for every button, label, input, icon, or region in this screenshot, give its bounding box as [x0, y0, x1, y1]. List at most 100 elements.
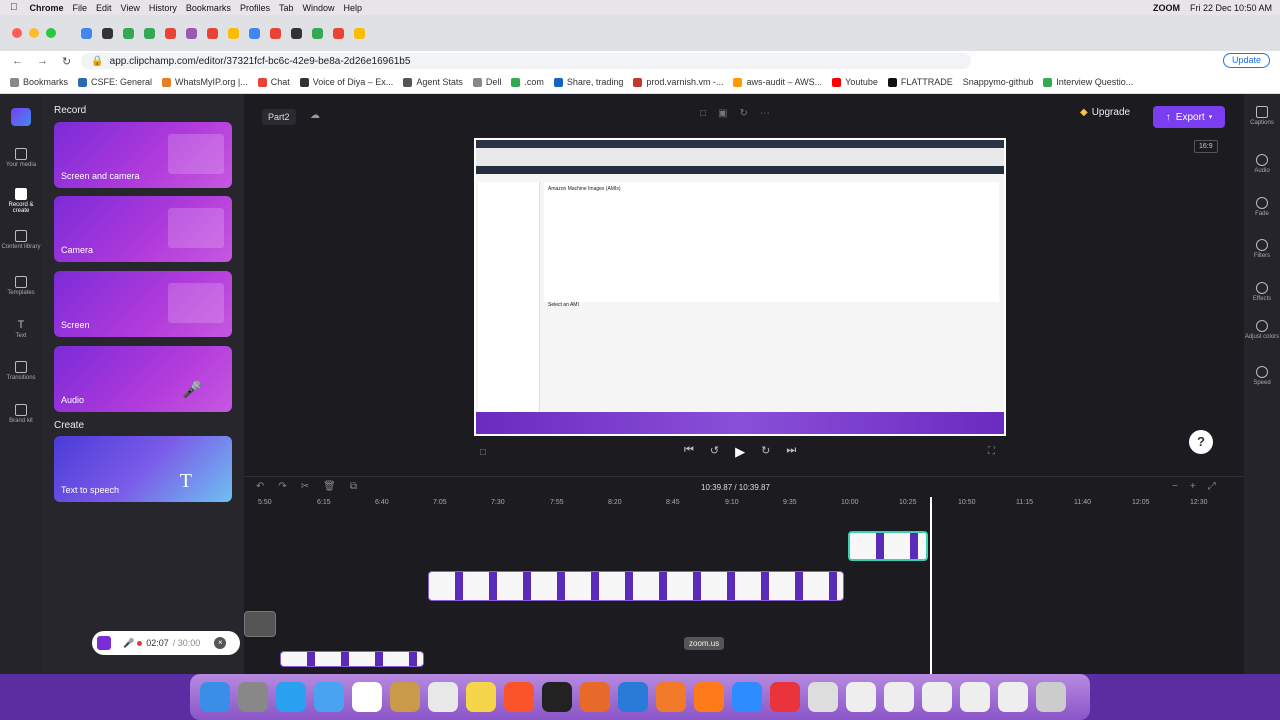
window-thumbnail-icon[interactable]	[960, 682, 990, 712]
bookmark-item[interactable]: .com	[511, 77, 544, 87]
menu-history[interactable]: History	[149, 3, 177, 13]
firefox-icon[interactable]	[694, 682, 724, 712]
window-thumbnail-icon[interactable]	[884, 682, 914, 712]
menu-profiles[interactable]: Profiles	[240, 3, 270, 13]
hide-preview-icon[interactable]: □	[480, 447, 486, 458]
tab-favicon-icon[interactable]	[81, 27, 92, 39]
tab-favicon-icon[interactable]	[165, 27, 176, 39]
window-thumbnail-icon[interactable]	[846, 682, 876, 712]
audio-card[interactable]: 🎤 Audio	[54, 346, 232, 412]
rail-filters[interactable]: Filters	[1244, 239, 1280, 259]
brave-icon[interactable]	[504, 682, 534, 712]
delete-icon[interactable]: 🗑	[323, 481, 336, 492]
export-button[interactable]: ↑ Export ▾	[1153, 106, 1225, 128]
bookmark-item[interactable]: Snappymo-github	[963, 77, 1034, 87]
rewind-5s-icon[interactable]: ↺	[710, 444, 719, 460]
menu-chrome[interactable]: Chrome	[30, 3, 64, 13]
crop-icon[interactable]: □	[700, 108, 706, 119]
bookmark-item[interactable]: aws-audit – AWS...	[733, 77, 822, 87]
split-icon[interactable]: ✂	[301, 481, 309, 492]
skip-back-icon[interactable]: ⏮	[684, 444, 694, 460]
window-thumbnail-icon[interactable]	[922, 682, 952, 712]
bookmark-item[interactable]: Youtube	[832, 77, 878, 87]
tab-favicon-icon[interactable]	[144, 27, 155, 39]
rail-brand-kit[interactable]: Brand kit	[0, 404, 42, 424]
back-arrow-icon[interactable]: ←	[12, 55, 23, 68]
menu-help[interactable]: Help	[343, 3, 362, 13]
bookmark-item[interactable]: Agent Stats	[403, 77, 463, 87]
rail-templates[interactable]: Templates	[0, 276, 42, 296]
fit-timeline-icon[interactable]: ⤢	[1208, 481, 1216, 492]
tab-favicon-icon[interactable]	[102, 27, 113, 39]
upgrade-button[interactable]: ◆ Upgrade	[1080, 107, 1130, 118]
forward-5s-icon[interactable]: ↻	[761, 444, 770, 460]
menu-tab[interactable]: Tab	[279, 3, 294, 13]
tab-favicon-icon[interactable]	[354, 27, 365, 39]
video-clip-selected[interactable]	[848, 531, 928, 561]
bookmark-item[interactable]: Share, trading	[553, 77, 623, 87]
minimize-window-icon[interactable]	[29, 28, 39, 38]
rotate-icon[interactable]: ↻	[740, 108, 748, 119]
zoom-window-icon[interactable]	[46, 28, 56, 38]
video-clip[interactable]	[280, 651, 424, 667]
fit-icon[interactable]: ▣	[718, 108, 727, 119]
help-icon[interactable]: ?	[1189, 430, 1213, 454]
app-icon[interactable]	[770, 682, 800, 712]
mail-icon[interactable]	[314, 682, 344, 712]
update-button[interactable]: Update	[1222, 53, 1270, 68]
bookmark-item[interactable]: FLATTRADE	[887, 77, 953, 87]
rail-speed[interactable]: Speed	[1244, 366, 1280, 386]
bookmark-item[interactable]: Interview Questio...	[1043, 77, 1133, 87]
tab-favicon-icon[interactable]	[333, 27, 344, 39]
tab-favicon-icon[interactable]	[249, 27, 260, 39]
close-icon[interactable]: ×	[214, 637, 227, 649]
tab-favicon-icon[interactable]	[291, 27, 302, 39]
rail-captions[interactable]: Captions	[1244, 106, 1280, 126]
aspect-ratio-button[interactable]: 16:9	[1194, 140, 1218, 153]
sublime-icon[interactable]	[656, 682, 686, 712]
menu-window[interactable]: Window	[302, 3, 334, 13]
apple-menu-icon[interactable]: 	[10, 2, 18, 13]
bookmark-item[interactable]: Chat	[257, 77, 290, 87]
zoom-in-icon[interactable]: +	[1190, 481, 1196, 492]
tab-favicon-icon[interactable]	[270, 27, 281, 39]
skip-forward-icon[interactable]: ⏭	[786, 444, 796, 460]
duplicate-icon[interactable]: ⧉	[350, 481, 357, 492]
project-name[interactable]: Part2	[262, 109, 296, 125]
text-to-speech-card[interactable]: T Text to speech	[54, 436, 232, 502]
rail-text[interactable]: T Text	[0, 319, 42, 339]
calendar-icon[interactable]	[352, 682, 382, 712]
rail-your-media[interactable]: Your media	[0, 148, 42, 168]
menu-view[interactable]: View	[121, 3, 140, 13]
rail-fade[interactable]: Fade	[1244, 197, 1280, 217]
bookmark-item[interactable]: Dell	[472, 77, 501, 87]
window-thumbnail-icon[interactable]	[998, 682, 1028, 712]
tab-favicon-icon[interactable]	[123, 27, 134, 39]
cloud-sync-icon[interactable]: ☁	[310, 110, 320, 121]
undo-icon[interactable]: ↶	[256, 481, 264, 492]
bookmark-item[interactable]: Voice of Diya – Ex...	[299, 77, 393, 87]
rail-transitions[interactable]: Transitions	[0, 361, 42, 381]
camera-card[interactable]: Camera	[54, 196, 232, 262]
rail-effects[interactable]: Effects	[1244, 282, 1280, 302]
play-icon[interactable]: ▶	[735, 444, 745, 460]
screen-card[interactable]: Screen	[54, 271, 232, 337]
tab-favicon-icon[interactable]	[186, 27, 197, 39]
terminal-icon[interactable]	[542, 682, 572, 712]
chrome-app-icon[interactable]	[808, 682, 838, 712]
notes-icon[interactable]	[466, 682, 496, 712]
rail-adjust-colors[interactable]: Adjust colors	[1244, 320, 1280, 340]
chrome-icon[interactable]	[428, 682, 458, 712]
rail-content-library[interactable]: Content library	[0, 230, 42, 250]
app-icon[interactable]	[390, 682, 420, 712]
stop-recording-button[interactable]	[97, 636, 111, 650]
video-clip[interactable]	[428, 571, 844, 601]
audio-clip[interactable]	[244, 611, 276, 637]
more-icon[interactable]: ⋯	[760, 108, 770, 119]
zoom-status-item[interactable]: ZOOM	[1153, 3, 1180, 13]
zoom-out-icon[interactable]: −	[1172, 481, 1178, 492]
menu-file[interactable]: File	[73, 3, 88, 13]
system-settings-icon[interactable]	[238, 682, 268, 712]
menu-edit[interactable]: Edit	[96, 3, 112, 13]
rail-record-create[interactable]: Record & create	[0, 188, 42, 214]
